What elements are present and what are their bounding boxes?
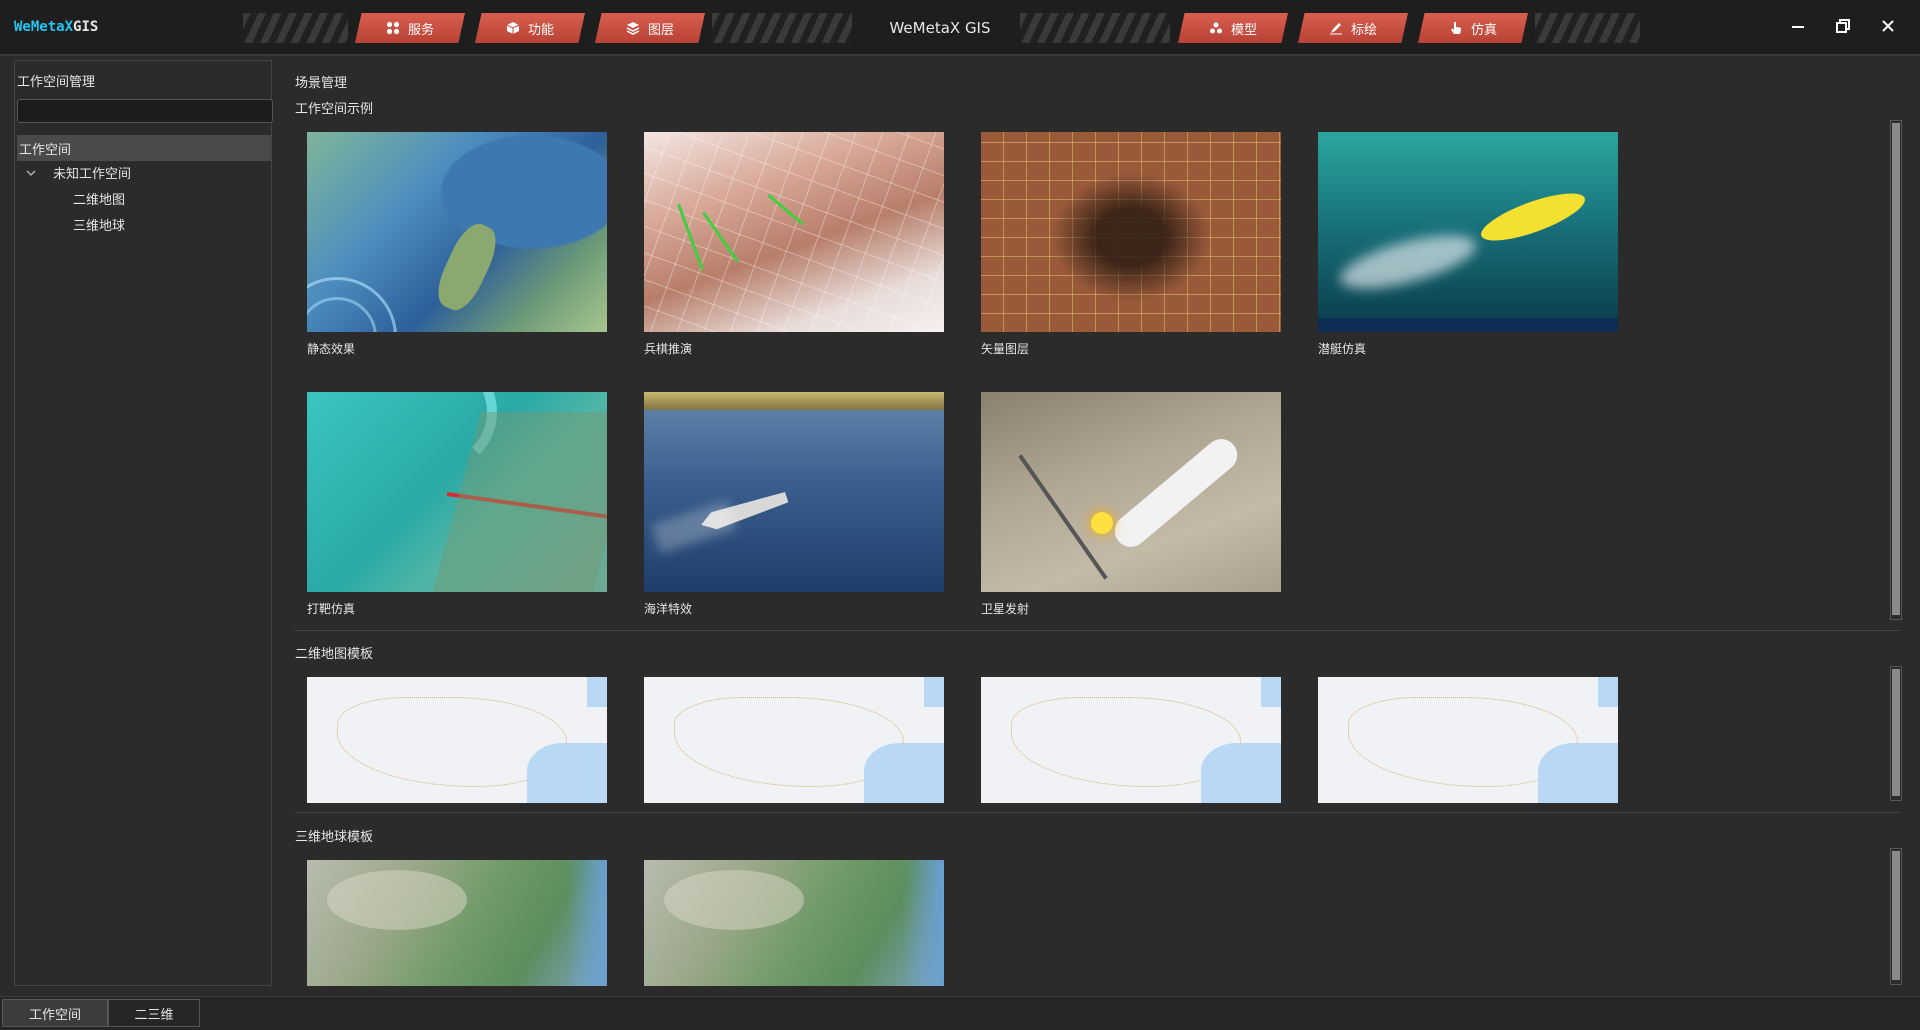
thumbnail-ocean <box>644 392 944 592</box>
map2d-template-card[interactable] <box>1318 677 1618 803</box>
nav-layer-button[interactable]: 图层 <box>595 13 705 43</box>
title-bar: WeMetaXGIS 服务 功能 图层 WeMetaX GIS 模型 标绘 仿真 <box>0 0 1920 56</box>
decor-stripes <box>1535 13 1640 43</box>
example-card-vector[interactable]: 矢量图层 <box>981 132 1281 357</box>
nav-simulation-label: 仿真 <box>1470 22 1497 38</box>
map2d-template-card[interactable] <box>307 677 607 803</box>
thumbnail-submarine <box>1318 132 1618 332</box>
map3d-scrollbar[interactable] <box>1890 848 1902 985</box>
map2d-template-card[interactable] <box>644 677 944 803</box>
hand-pointer-icon <box>1449 21 1463 35</box>
example-caption: 兵棋推演 <box>644 342 693 356</box>
example-caption: 静态效果 <box>307 342 356 356</box>
tree-item-2d-map[interactable]: 二维地图 <box>73 189 125 208</box>
example-card-submarine[interactable]: 潜艇仿真 <box>1318 132 1618 357</box>
thumbnail-wargame <box>644 132 944 332</box>
molecule-icon <box>1209 21 1223 35</box>
example-caption: 打靶仿真 <box>307 602 356 616</box>
tree-item-label: 三维地球 <box>73 219 126 234</box>
close-icon <box>1881 19 1895 37</box>
minimize-button[interactable] <box>1784 14 1812 42</box>
decor-stripes <box>712 13 852 43</box>
example-caption: 潜艇仿真 <box>1318 342 1367 356</box>
section-divider <box>295 812 1900 813</box>
thumbnail-vector <box>981 132 1281 332</box>
example-card-static[interactable]: 静态效果 <box>307 132 607 357</box>
thumbnail-satellite <box>981 392 1281 592</box>
decor-stripes <box>243 13 348 43</box>
pen-draw-icon <box>1329 21 1343 35</box>
example-caption: 海洋特效 <box>644 602 693 616</box>
thumbnail-map2d <box>644 677 944 803</box>
map2d-template-card[interactable] <box>981 677 1281 803</box>
workspace-sidebar: 工作空间管理 工作空间 未知工作空间 二维地图 三维地球 <box>14 60 273 986</box>
logo-text-gis: GIS <box>73 19 99 35</box>
map3d-templates-title: 三维地球模板 <box>295 830 374 845</box>
thumbnail-map2d <box>307 677 607 803</box>
cube-icon <box>506 21 520 35</box>
scene-management-title: 场景管理 <box>295 76 348 91</box>
workspace-examples-title: 工作空间示例 <box>295 102 374 117</box>
tab-label: 工作空间 <box>28 1007 81 1023</box>
close-button[interactable] <box>1874 14 1902 42</box>
workspace-search-input[interactable] <box>17 99 273 123</box>
minimize-icon <box>1791 19 1805 37</box>
tree-item-label: 工作空间 <box>19 142 72 158</box>
layers-icon <box>626 21 640 35</box>
tree-item-unknown-workspace[interactable]: 未知工作空间 <box>23 163 131 182</box>
scrollbar-thumb[interactable] <box>1892 851 1900 980</box>
tab-workspace[interactable]: 工作空间 <box>2 999 108 1027</box>
scrollbar-thumb[interactable] <box>1892 123 1900 615</box>
nav-model-button[interactable]: 模型 <box>1178 13 1288 43</box>
nav-plot-label: 标绘 <box>1350 22 1377 38</box>
nav-layer-label: 图层 <box>647 22 674 38</box>
thumbnail-map2d <box>1318 677 1618 803</box>
nav-function-label: 功能 <box>527 22 554 38</box>
apps-grid-icon <box>386 21 400 35</box>
restore-button[interactable] <box>1829 14 1857 42</box>
examples-scrollbar[interactable] <box>1890 120 1902 620</box>
nav-function-button[interactable]: 功能 <box>475 13 585 43</box>
map3d-template-card[interactable] <box>644 860 944 986</box>
sidebar-title: 工作空间管理 <box>17 75 96 90</box>
tree-item-label: 未知工作空间 <box>53 167 132 182</box>
map3d-template-card[interactable] <box>307 860 607 986</box>
thumbnail-map2d <box>981 677 1281 803</box>
decor-stripes <box>1020 13 1170 43</box>
tab-2d-3d[interactable]: 二三维 <box>108 999 200 1027</box>
nav-service-button[interactable]: 服务 <box>355 13 465 43</box>
restore-icon <box>1836 19 1850 37</box>
example-card-satellite[interactable]: 卫星发射 <box>981 392 1281 617</box>
map2d-templates-title: 二维地图模板 <box>295 647 374 662</box>
example-card-wargame[interactable]: 兵棋推演 <box>644 132 944 357</box>
nav-plot-button[interactable]: 标绘 <box>1298 13 1408 43</box>
nav-model-label: 模型 <box>1230 22 1257 38</box>
thumbnail-map3d <box>307 860 607 986</box>
chevron-down-icon[interactable] <box>23 169 39 177</box>
logo-text-brand: WeMetaX <box>14 19 74 35</box>
example-card-target[interactable]: 打靶仿真 <box>307 392 607 617</box>
tree-item-workspace[interactable]: 工作空间 <box>17 135 271 161</box>
tree-item-3d-globe[interactable]: 三维地球 <box>73 215 125 234</box>
scrollbar-thumb[interactable] <box>1892 669 1900 796</box>
example-card-ocean[interactable]: 海洋特效 <box>644 392 944 617</box>
map2d-scrollbar[interactable] <box>1890 666 1902 801</box>
tree-item-label: 二维地图 <box>73 193 126 208</box>
app-logo: WeMetaXGIS <box>14 19 98 35</box>
example-caption: 卫星发射 <box>981 602 1030 616</box>
thumbnail-map3d <box>644 860 944 986</box>
app-title: WeMetaX GIS <box>889 19 991 37</box>
thumbnail-target <box>307 392 607 592</box>
section-divider <box>295 630 1900 631</box>
nav-simulation-button[interactable]: 仿真 <box>1418 13 1528 43</box>
example-caption: 矢量图层 <box>981 342 1030 356</box>
nav-service-label: 服务 <box>407 22 434 38</box>
tab-label: 二三维 <box>134 1007 174 1023</box>
thumbnail-static <box>307 132 607 332</box>
bottom-tab-bar: 工作空间 二三维 <box>0 996 1920 1030</box>
